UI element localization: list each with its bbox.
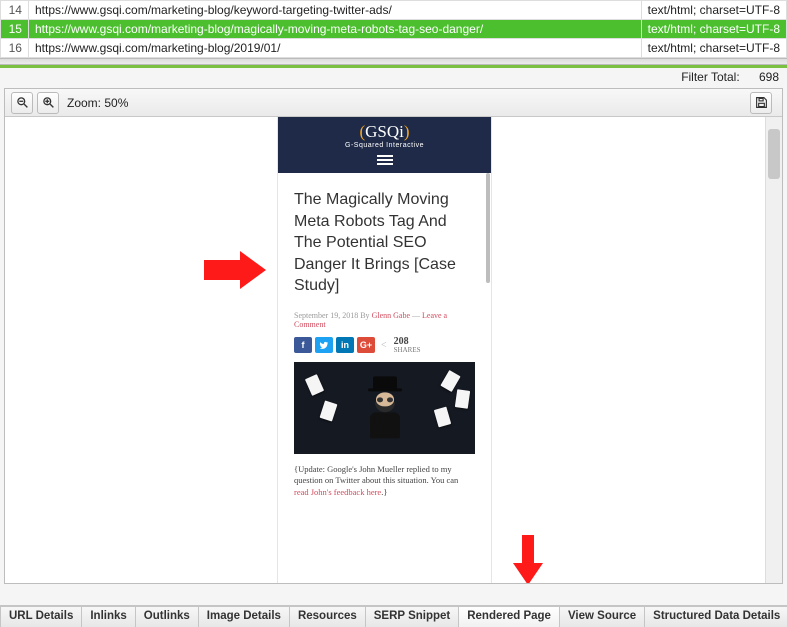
twitter-icon (319, 341, 329, 350)
byline-prefix: By (360, 311, 369, 320)
update-feedback-link[interactable]: read John's feedback here (294, 487, 381, 497)
site-header: (GSQi) G-Squared Interactive (278, 117, 491, 173)
googleplus-share-button[interactable]: G+ (357, 337, 375, 353)
save-screenshot-button[interactable] (750, 92, 772, 114)
article-meta: September 19, 2018 By Glenn Gabe — Leave… (294, 311, 475, 329)
rendered-preview-pane: Zoom: 50% (GSQi) G-Squared Interactive (4, 88, 783, 584)
zoom-in-button[interactable] (37, 92, 59, 114)
meta-dash: — (412, 311, 420, 320)
row-number: 16 (1, 39, 29, 58)
facebook-share-button[interactable]: f (294, 337, 312, 353)
share-count: 208 SHARES (394, 337, 421, 354)
tab-view-source[interactable]: View Source (559, 606, 645, 627)
annotation-arrow-right (204, 251, 266, 289)
url-row[interactable]: 14https://www.gsqi.com/marketing-blog/ke… (1, 1, 787, 20)
save-icon (755, 96, 768, 109)
twitter-share-button[interactable] (315, 337, 333, 353)
row-url[interactable]: https://www.gsqi.com/marketing-blog/keyw… (28, 1, 641, 20)
preview-body: (GSQi) G-Squared Interactive The Magical… (5, 117, 782, 583)
rendered-page-scrollbar[interactable] (486, 173, 491, 583)
tab-structured-data-details[interactable]: Structured Data Details (644, 606, 787, 627)
row-content-type: text/html; charset=UTF-8 (641, 1, 786, 20)
zoom-out-icon (16, 96, 29, 109)
zoom-level-label: Zoom: 50% (67, 96, 128, 110)
tab-resources[interactable]: Resources (289, 606, 366, 627)
annotation-arrow-down (513, 535, 543, 583)
url-row[interactable]: 16https://www.gsqi.com/marketing-blog/20… (1, 39, 787, 58)
site-logo: (GSQi) (278, 123, 491, 140)
preview-toolbar: Zoom: 50% (5, 89, 782, 117)
row-url[interactable]: https://www.gsqi.com/marketing-blog/2019… (28, 39, 641, 58)
update-text-pre: {Update: Google's John Mueller replied t… (294, 464, 458, 485)
filter-total-count: 698 (749, 70, 779, 84)
row-number: 15 (1, 20, 29, 39)
row-content-type: text/html; charset=UTF-8 (641, 20, 786, 39)
rendered-page-viewport[interactable]: (GSQi) G-Squared Interactive The Magical… (278, 117, 491, 583)
row-number: 14 (1, 1, 29, 20)
tab-serp-snippet[interactable]: SERP Snippet (365, 606, 459, 627)
pane-splitter[interactable] (0, 58, 787, 65)
detail-tabs: URL Details Inlinks Outlinks Image Detai… (0, 605, 787, 627)
article-author[interactable]: Glenn Gabe (372, 311, 410, 320)
brand-subtitle: G-Squared Interactive (278, 142, 491, 149)
row-url[interactable]: https://www.gsqi.com/marketing-blog/magi… (28, 20, 641, 39)
article-update-note: {Update: Google's John Mueller replied t… (294, 464, 475, 498)
article-hero-image (294, 362, 475, 454)
update-text-post: .} (381, 487, 387, 497)
url-list-table[interactable]: 14https://www.gsqi.com/marketing-blog/ke… (0, 0, 787, 58)
linkedin-share-button[interactable]: in (336, 337, 354, 353)
hamburger-icon[interactable] (278, 155, 491, 165)
url-row[interactable]: 15https://www.gsqi.com/marketing-blog/ma… (1, 20, 787, 39)
article-date: September 19, 2018 (294, 311, 358, 320)
tab-outlinks[interactable]: Outlinks (135, 606, 199, 627)
tab-image-details[interactable]: Image Details (198, 606, 290, 627)
article-body: The Magically Moving Meta Robots Tag And… (278, 173, 491, 583)
filter-total-row: Filter Total: 698 (0, 68, 787, 88)
social-share-row: f in G+ < 208 SHARES (294, 337, 475, 354)
zoom-out-button[interactable] (11, 92, 33, 114)
filter-total-label: Filter Total: (681, 70, 739, 84)
tab-rendered-page[interactable]: Rendered Page (458, 606, 560, 627)
brand-text: GSQi (365, 122, 404, 141)
preview-vertical-scrollbar[interactable] (765, 117, 782, 583)
zoom-in-icon (42, 96, 55, 109)
article-title: The Magically Moving Meta Robots Tag And… (294, 189, 475, 297)
row-content-type: text/html; charset=UTF-8 (641, 39, 786, 58)
tab-inlinks[interactable]: Inlinks (81, 606, 135, 627)
share-arrow-icon: < (381, 340, 387, 351)
tab-url-details[interactable]: URL Details (0, 606, 82, 627)
